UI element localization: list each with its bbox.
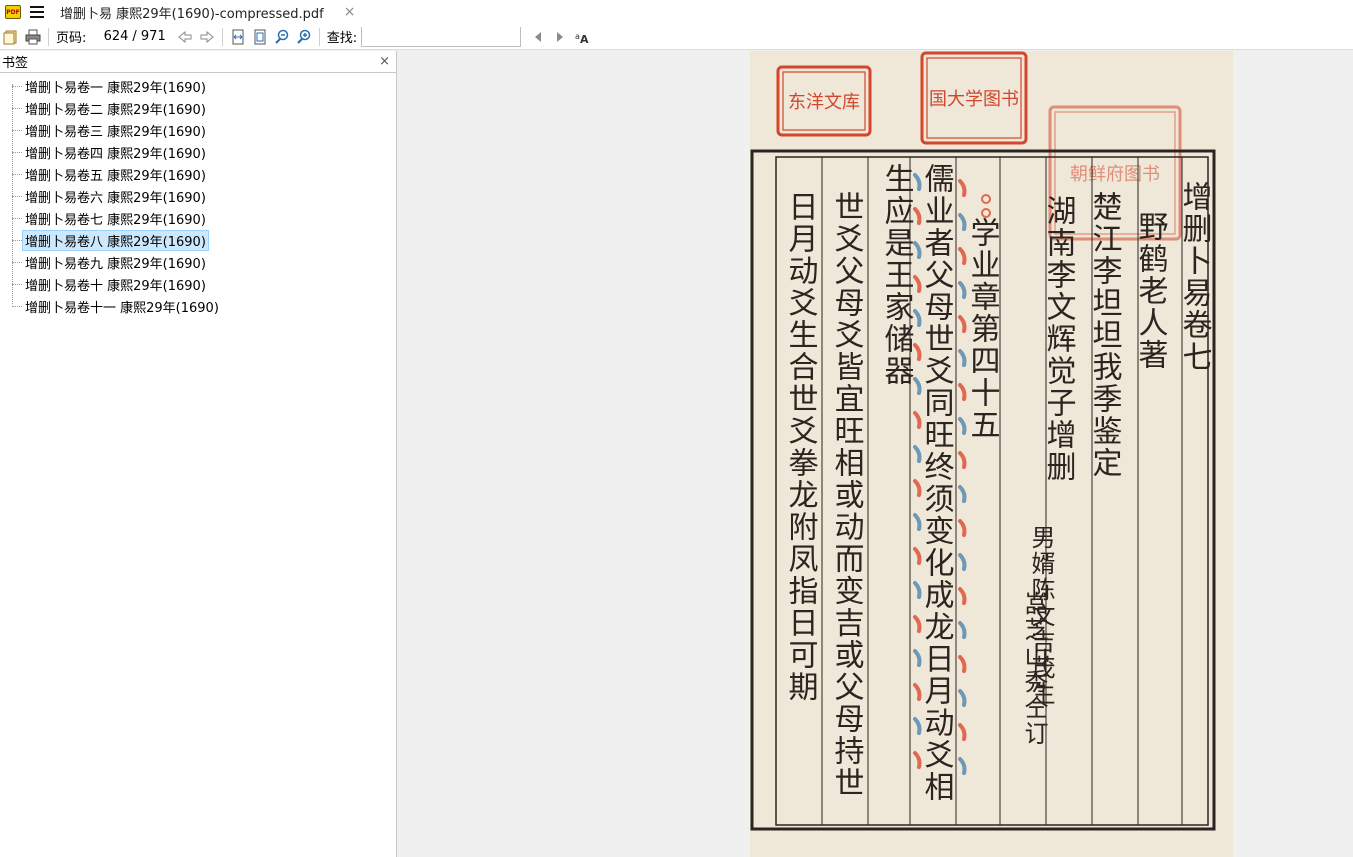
seal-text: 朝鲜府图书: [1070, 164, 1160, 185]
text-column: 楚江李坦坦我季鉴定: [1087, 191, 1123, 479]
back-icon[interactable]: [174, 26, 196, 48]
find-next-icon[interactable]: [549, 26, 571, 48]
text-column: 嵓芝山秀仝订: [1020, 591, 1048, 747]
seal-text: 东洋文库: [788, 92, 860, 113]
tree-branch-line: [12, 196, 22, 197]
text-column: 日月动爻生合世爻拳龙附凤指日可期: [783, 191, 819, 703]
toolbar-separator: [221, 27, 223, 46]
tree-branch-line: [12, 174, 22, 175]
hamburger-menu-icon[interactable]: [30, 6, 44, 18]
bookmarks-sidebar: 书签 × 增删卜易卷一 康熙29年(1690) 增删卜易卷二 康熙29年(1690…: [0, 51, 397, 857]
open-file-icon[interactable]: [0, 26, 22, 48]
toolbar: 页码: / 971 查找: aA: [0, 24, 1353, 50]
tree-branch-line: [12, 262, 22, 263]
page-number-input[interactable]: [90, 26, 131, 47]
pdf-page[interactable]: 东洋文库 国大学图书朝鲜府图书 增删卜易卷七 野鹤老人著 楚江李坦坦我季鉴定 湖南李文辉觉…: [750, 51, 1233, 857]
tree-branch-line: [12, 240, 22, 241]
bookmark-item[interactable]: 增删卜易卷三 康熙29年(1690): [0, 119, 396, 141]
page-scan-image: 东洋文库 国大学图书朝鲜府图书增删卜易卷七野鹤老人著楚江李坦坦我季鉴定湖南李文辉觉…: [750, 51, 1233, 857]
search-label: 查找:: [326, 31, 358, 46]
text-column: 世爻父母爻皆宜旺相或动而变吉或父母持世: [829, 191, 865, 799]
sidebar-header: 书签 ×: [0, 51, 396, 73]
bookmark-item[interactable]: 增删卜易卷一 康熙29年(1690): [0, 75, 396, 97]
seal-text: 国大学图书: [929, 89, 1019, 110]
title-bar: PDF 增删卜易 康熙29年(1690)-compressed.pdf ×: [0, 0, 1353, 24]
zoom-in-icon[interactable]: [293, 26, 315, 48]
bookmark-item[interactable]: 增删卜易卷六 康熙29年(1690): [0, 185, 396, 207]
tree-branch-line: [12, 86, 22, 87]
tree-branch-line: [12, 306, 22, 307]
bookmark-item[interactable]: 增删卜易卷九 康熙29年(1690): [0, 251, 396, 273]
page-label: 页码:: [56, 31, 87, 46]
sidebar-close-icon[interactable]: ×: [379, 54, 390, 69]
bookmark-label: 增删卜易卷七 康熙29年(1690): [25, 212, 206, 228]
bookmark-item[interactable]: 增删卜易卷十一 康熙29年(1690): [0, 295, 396, 317]
bookmark-item[interactable]: 增删卜易卷四 康熙29年(1690): [0, 141, 396, 163]
close-tab-icon[interactable]: ×: [344, 4, 356, 20]
svg-text:A: A: [580, 33, 589, 45]
bookmark-label: 增删卜易卷十 康熙29年(1690): [25, 278, 206, 294]
bookmark-item[interactable]: 增删卜易卷八 康熙29年(1690): [0, 229, 396, 251]
bookmark-label: 增删卜易卷九 康熙29年(1690): [25, 256, 206, 272]
total-pages: / 971: [132, 29, 166, 44]
tree-branch-line: [12, 152, 22, 153]
bookmark-item[interactable]: 增删卜易卷二 康熙29年(1690): [0, 97, 396, 119]
sidebar-title: 书签: [2, 56, 29, 71]
bookmark-label: 增删卜易卷三 康熙29年(1690): [25, 124, 206, 140]
bookmark-item[interactable]: 增删卜易卷五 康熙29年(1690): [0, 163, 396, 185]
bookmark-label: 增删卜易卷八 康熙29年(1690): [22, 229, 209, 251]
bookmark-label: 增删卜易卷一 康熙29年(1690): [25, 80, 206, 96]
tree-branch-line: [12, 108, 22, 109]
zoom-out-icon[interactable]: [271, 26, 293, 48]
forward-icon[interactable]: [196, 26, 218, 48]
bookmark-label: 增删卜易卷五 康熙29年(1690): [25, 168, 206, 184]
text-column: 学业章第四十五: [965, 217, 1000, 441]
tree-branch-line: [12, 130, 22, 131]
text-column: 生应是王家储器: [879, 163, 915, 387]
tree-branch-line: [12, 218, 22, 219]
text-column: 增删卜易卷七: [1177, 181, 1212, 373]
bookmark-label: 增删卜易卷六 康熙29年(1690): [25, 190, 206, 206]
print-icon[interactable]: [22, 26, 44, 48]
toolbar-separator: [318, 27, 320, 46]
fit-page-icon[interactable]: [249, 26, 271, 48]
bookmark-item[interactable]: 增删卜易卷十 康熙29年(1690): [0, 273, 396, 295]
bookmark-label: 增删卜易卷二 康熙29年(1690): [25, 102, 206, 118]
find-prev-icon[interactable]: [527, 26, 549, 48]
match-case-icon[interactable]: aA: [571, 26, 593, 48]
search-input[interactable]: [361, 26, 522, 47]
bookmark-label: 增删卜易卷四 康熙29年(1690): [25, 146, 206, 162]
text-column: 儒业者父母世爻同旺终须变化成龙日月动爻相: [919, 163, 955, 803]
bookmark-label: 增删卜易卷十一 康熙29年(1690): [25, 300, 219, 316]
document-tab-title[interactable]: 增删卜易 康熙29年(1690)-compressed.pdf: [60, 3, 324, 22]
text-column: 野鹤老人著: [1133, 211, 1169, 371]
tree-branch-line: [12, 284, 22, 285]
pdf-app-icon: PDF: [5, 5, 21, 19]
bookmark-item[interactable]: 增删卜易卷七 康熙29年(1690): [0, 207, 396, 229]
document-viewport[interactable]: 东洋文库 国大学图书朝鲜府图书 增删卜易卷七 野鹤老人著 楚江李坦坦我季鉴定 湖南李文辉觉…: [398, 51, 1353, 857]
toolbar-separator: [48, 27, 49, 46]
text-column: 湖南李文辉觉子增删: [1041, 195, 1076, 483]
bookmark-tree: 增删卜易卷一 康熙29年(1690) 增删卜易卷二 康熙29年(1690) 增删卜易…: [0, 73, 396, 317]
fit-width-icon[interactable]: [227, 26, 249, 48]
